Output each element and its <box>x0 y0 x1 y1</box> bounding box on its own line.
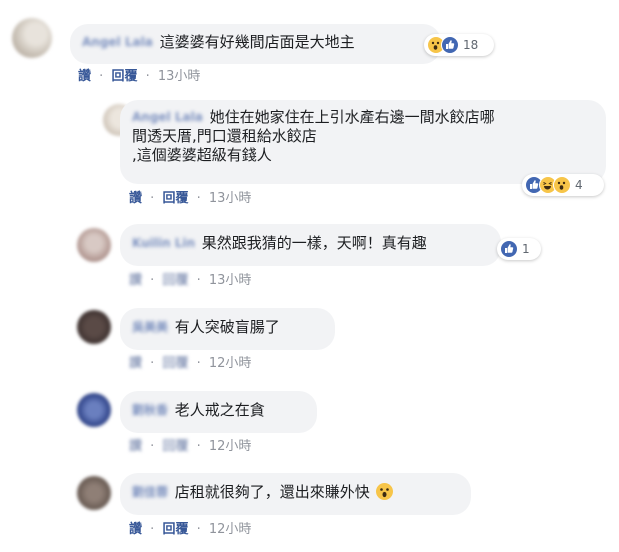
comment-bubble: 劉佳蓉 店租就很夠了，還出來賺外快 <box>120 473 471 515</box>
comment-author[interactable]: 劉佳蓉 <box>132 483 168 502</box>
separator: · <box>196 522 201 537</box>
comment-6: 劉佳蓉 店租就很夠了，還出來賺外快 讚 · 回覆 · 12小時 <box>0 0 619 552</box>
comment-text: 店租就很夠了，還出來賺外快 <box>174 483 370 501</box>
like-button[interactable]: 讚 <box>129 522 142 537</box>
avatar[interactable] <box>77 476 111 510</box>
comment-timestamp[interactable]: 12小時 <box>209 522 252 537</box>
reply-button[interactable]: 回覆 <box>162 522 188 537</box>
separator: · <box>150 522 155 537</box>
comment-actions: 讚 · 回覆 · 12小時 <box>129 518 251 537</box>
wow-emoji-icon <box>375 483 393 500</box>
